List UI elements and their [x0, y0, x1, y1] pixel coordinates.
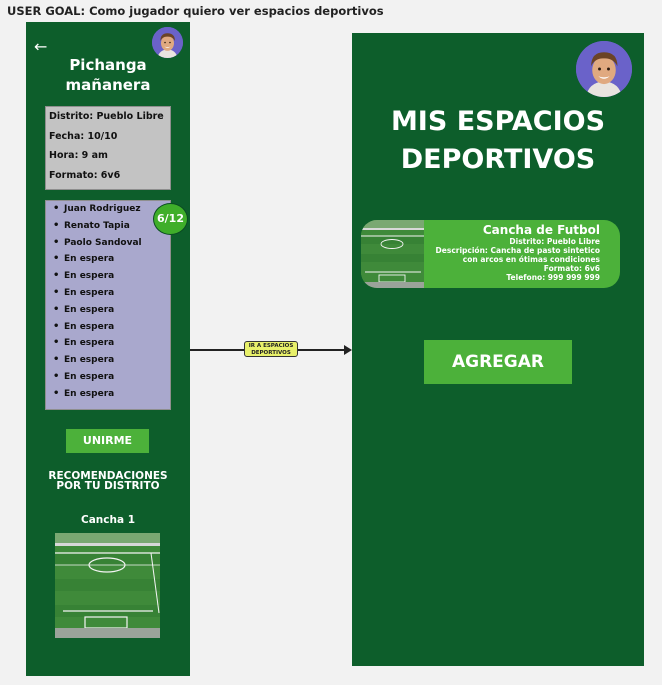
- match-info-box: Distrito: Pueblo Libre Fecha: 10/10 Hora…: [45, 106, 171, 190]
- player-list-item: En espera: [53, 335, 170, 352]
- connector-label-line-2: DEPORTIVOS: [251, 350, 291, 356]
- card-details: Cancha de Futbol Distrito: Pueblo Libre …: [436, 223, 600, 282]
- player-list-item: En espera: [53, 251, 170, 268]
- back-arrow-icon[interactable]: ←: [34, 39, 47, 55]
- recommendations-heading: RECOMENDACIONES POR TU DISTRITO: [26, 471, 190, 492]
- page-title: MIS ESPACIOS DEPORTIVOS: [352, 103, 644, 179]
- title-line-2: mañanera: [65, 76, 151, 94]
- card-formato: Formato: 6v6: [543, 264, 600, 273]
- player-list-item: En espera: [53, 285, 170, 302]
- mis-espacios-screen: MIS ESPACIOS DEPORTIVOS Cancha de Futbol…: [352, 33, 644, 666]
- player-list-item: En espera: [53, 369, 170, 386]
- player-list-item: Paolo Sandoval: [53, 235, 170, 252]
- card-distrito: Distrito: Pueblo Libre: [509, 237, 600, 246]
- avatar[interactable]: [152, 27, 183, 58]
- add-button[interactable]: AGREGAR: [424, 340, 572, 384]
- flow-arrow-head: [344, 345, 352, 355]
- player-list-item: En espera: [53, 386, 170, 403]
- title-line-2: DEPORTIVOS: [400, 144, 596, 175]
- avatar[interactable]: [576, 41, 632, 97]
- player-list-item: En espera: [53, 302, 170, 319]
- player-list-item: En espera: [53, 352, 170, 369]
- recommendations-line-2: POR TU DISTRITO: [56, 480, 160, 492]
- info-formato: Formato: 6v6: [49, 169, 121, 181]
- title-line-1: MIS ESPACIOS: [390, 106, 606, 137]
- sports-space-card[interactable]: Cancha de Futbol Distrito: Pueblo Libre …: [361, 220, 620, 288]
- page-title: Pichanga mañanera: [26, 55, 190, 95]
- player-list-item: En espera: [53, 268, 170, 285]
- players-counter-badge: 6/12: [153, 203, 188, 235]
- title-line-1: Pichanga: [69, 56, 147, 74]
- info-hora: Hora: 9 am: [49, 150, 108, 161]
- card-descripcion-2: con arcos en ótimas condiciones: [462, 255, 600, 264]
- flow-connector-label: IR A ESPACIOS DEPORTIVOS: [244, 341, 298, 357]
- field-image: [361, 220, 424, 288]
- card-name: Cancha de Futbol: [482, 223, 600, 237]
- players-list-box: Juan RodriguezRenato TapiaPaolo Sandoval…: [45, 200, 171, 410]
- join-button[interactable]: UNIRME: [66, 429, 149, 453]
- info-fecha: Fecha: 10/10: [49, 130, 118, 142]
- pichanga-screen: ← Pichanga mañanera Distrito: Pueblo Lib…: [26, 22, 190, 676]
- player-list-item: En espera: [53, 319, 170, 336]
- field-image[interactable]: [55, 533, 160, 638]
- cancha-title: Cancha 1: [80, 514, 135, 526]
- card-telefono: Telefono: 999 999 999: [506, 273, 600, 282]
- players-list: Juan RodriguezRenato TapiaPaolo Sandoval…: [46, 201, 170, 403]
- user-goal-text: USER GOAL: Como jugador quiero ver espac…: [7, 4, 384, 18]
- card-descripcion-1: Descripción: Cancha de pasto sintetico: [435, 246, 600, 255]
- info-distrito: Distrito: Pueblo Libre: [49, 111, 164, 122]
- connector-label-line-1: IR A ESPACIOS: [248, 343, 294, 349]
